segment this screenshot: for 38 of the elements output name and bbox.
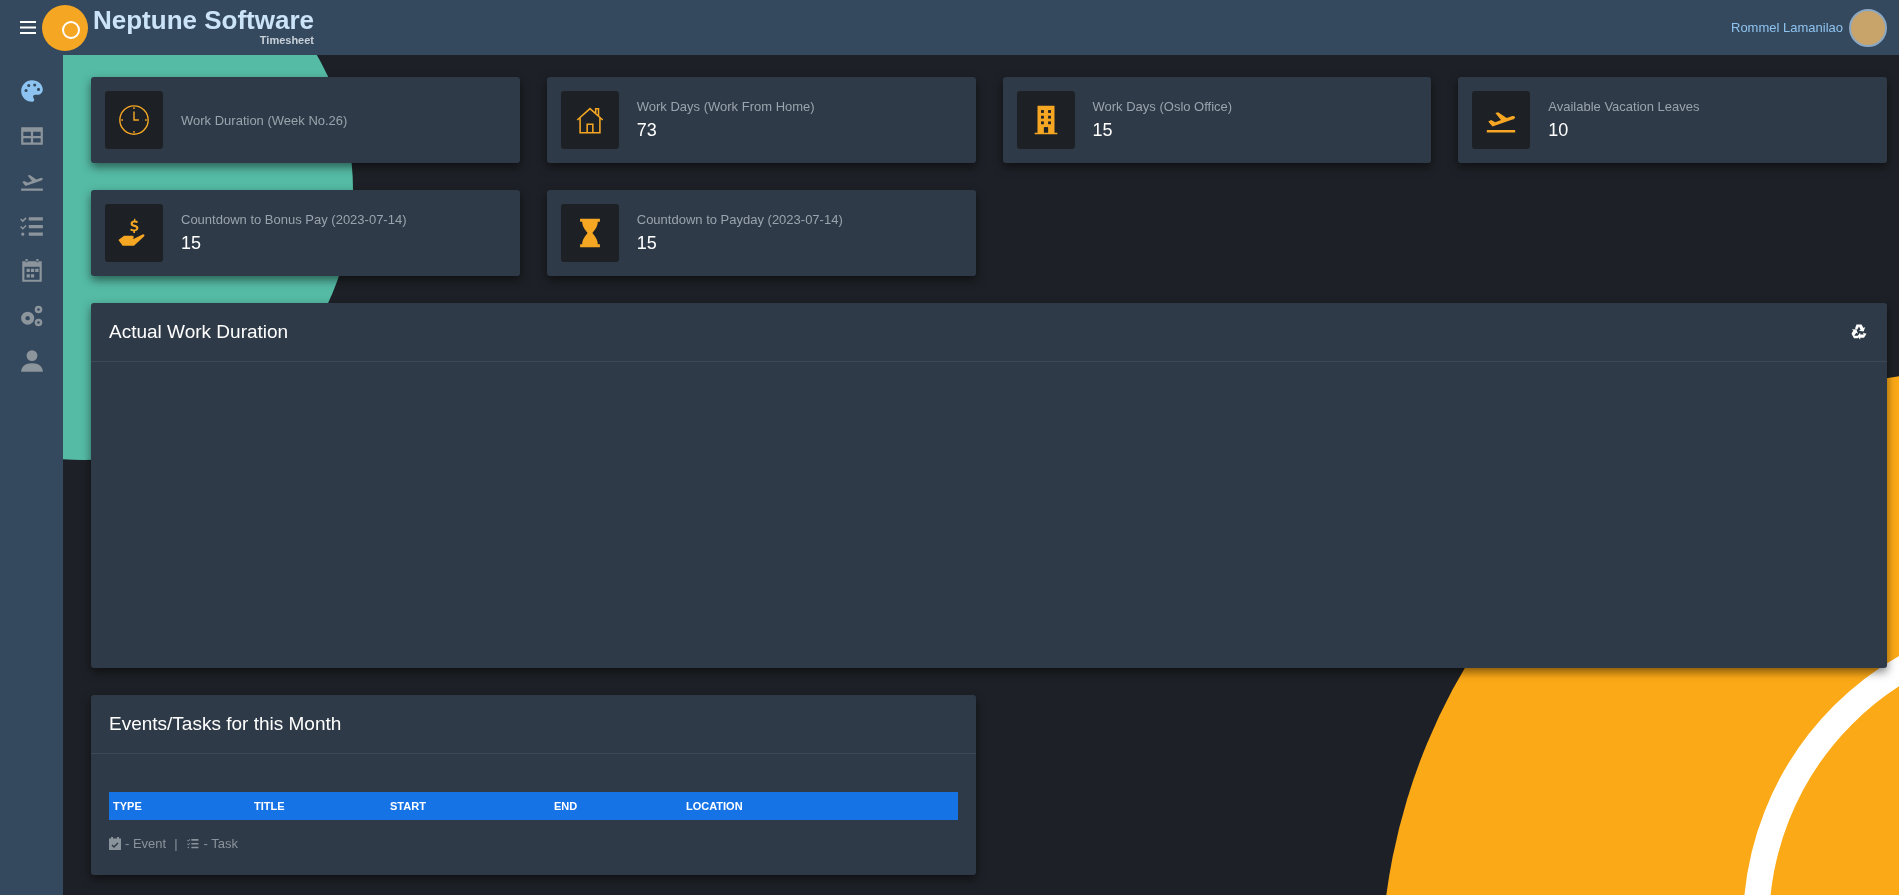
- card-label: Countdown to Bonus Pay (2023-07-14): [181, 212, 407, 227]
- column-header: TYPE: [113, 800, 143, 812]
- panel-title: Actual Work Duration: [109, 321, 289, 343]
- user-name[interactable]: Rommel Lamanilao: [1731, 20, 1843, 35]
- card-value: 15: [636, 233, 658, 254]
- column-header: LOCATION: [686, 800, 743, 812]
- app-subtitle: Timesheet: [259, 33, 315, 46]
- clock-icon: [105, 91, 163, 149]
- sidebar-palette-icon[interactable]: [18, 78, 45, 104]
- hourglass-icon: [560, 204, 619, 262]
- money-icon: [105, 204, 163, 262]
- column-header: END: [554, 800, 579, 812]
- card-label: Available Vacation Leaves: [1548, 99, 1700, 114]
- card-value: 15: [181, 233, 203, 254]
- card-label: Work Days (Oslo Office): [1092, 99, 1233, 114]
- column-header: TITLE: [254, 800, 286, 812]
- menu-icon[interactable]: [20, 21, 36, 34]
- card-label: Work Days (Work From Home): [636, 99, 815, 114]
- card-value: 15: [1092, 120, 1114, 141]
- house-icon: [560, 91, 619, 149]
- card-label: Work Duration (Week No.26): [181, 112, 348, 128]
- sidebar-user-icon[interactable]: [18, 348, 45, 374]
- legend-separator: |: [174, 836, 178, 851]
- recycle-icon[interactable]: [1849, 322, 1869, 342]
- panel-title: Events/Tasks for this Month: [109, 713, 342, 735]
- building-icon: [1016, 91, 1075, 149]
- card-value: 10: [1548, 120, 1570, 141]
- plane-icon: [1472, 91, 1531, 149]
- avatar[interactable]: [1849, 8, 1887, 47]
- legend-label: - Event: [125, 836, 167, 851]
- card-label: Countdown to Payday (2023-07-14): [636, 212, 843, 227]
- card-value: 73: [636, 120, 658, 141]
- logo-icon: [42, 4, 88, 51]
- calendar-check-icon: [109, 837, 121, 850]
- task-list-icon: [185, 837, 200, 850]
- legend-label: - Task: [203, 836, 238, 851]
- brand-name: Neptune Software: [93, 5, 315, 34]
- column-header: START: [390, 800, 427, 812]
